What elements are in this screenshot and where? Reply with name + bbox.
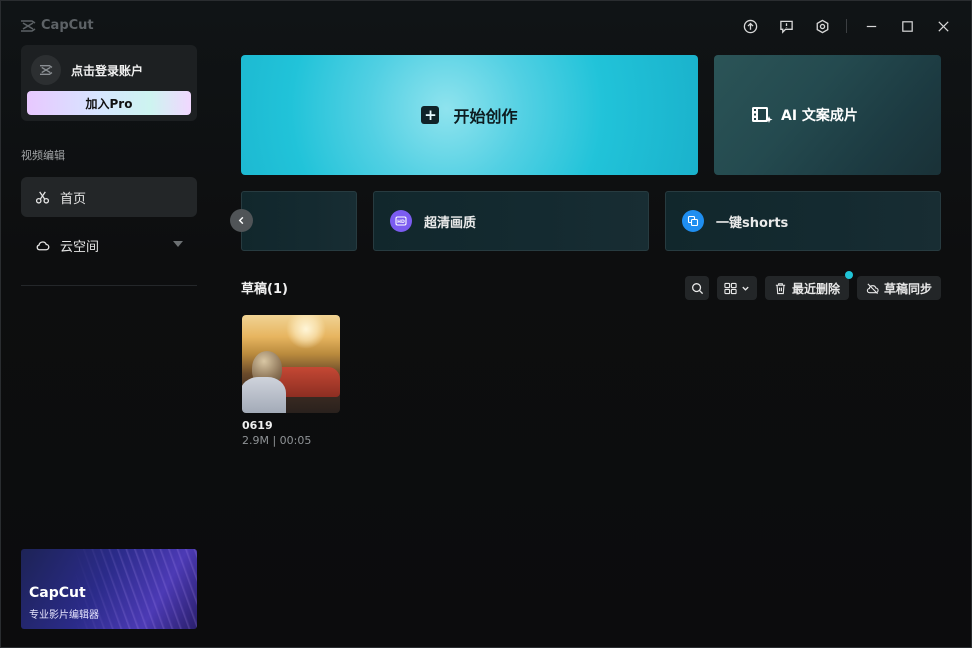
sidebar-item-cloud[interactable]: 云空间 — [21, 225, 197, 265]
app-window: CapCut 点击登录账户 加入Pro 视频编辑 首页 云空间 CapCut 专… — [0, 0, 972, 648]
app-logo: CapCut — [20, 18, 94, 33]
upload-icon[interactable] — [732, 11, 768, 41]
view-mode-dropdown[interactable] — [717, 276, 757, 300]
titlebar-divider — [846, 19, 847, 33]
recently-deleted-button[interactable]: 最近删除 — [765, 276, 849, 300]
settings-icon[interactable] — [804, 11, 840, 41]
drafts-title: 草稿(1) — [241, 282, 288, 297]
join-pro-button[interactable]: 加入Pro — [27, 91, 191, 115]
tool-card-hd-quality[interactable]: HD 超清画质 — [373, 191, 649, 251]
recently-deleted-label: 最近删除 — [791, 281, 840, 296]
section-label-video-edit: 视频编辑 — [21, 149, 65, 162]
minimize-icon[interactable] — [853, 11, 889, 41]
draft-sync-button[interactable]: 草稿同步 — [857, 276, 941, 300]
promo-subtitle: 专业影片编辑器 — [29, 610, 99, 621]
start-creating-label: 开始创作 — [453, 107, 518, 126]
capcut-logo-icon — [21, 19, 36, 32]
scissors-icon — [35, 191, 50, 204]
promo-banner[interactable]: CapCut 专业影片编辑器 — [21, 549, 197, 629]
app-name: CapCut — [41, 18, 94, 33]
feedback-icon[interactable] — [768, 11, 804, 41]
chevron-left-icon — [238, 216, 244, 225]
draft-thumbnail[interactable] — [242, 315, 340, 413]
tool-card-partial[interactable] — [241, 191, 357, 251]
shorts-icon — [682, 210, 704, 232]
login-link[interactable]: 点击登录账户 — [71, 62, 143, 79]
cloud-sync-icon — [866, 282, 879, 294]
capcut-avatar-icon — [39, 65, 53, 75]
sidebar-item-home[interactable]: 首页 — [21, 177, 197, 217]
chevron-down-icon[interactable] — [173, 241, 183, 247]
plus-icon: + — [421, 106, 440, 124]
draft-sync-label: 草稿同步 — [883, 281, 932, 296]
sidebar-item-label: 首页 — [60, 191, 87, 207]
avatar[interactable] — [31, 55, 61, 85]
hd-icon: HD — [390, 210, 412, 232]
maximize-icon[interactable] — [889, 11, 925, 41]
account-card[interactable]: 点击登录账户 加入Pro — [21, 45, 197, 121]
promo-title: CapCut — [29, 585, 86, 601]
thumbnail-person-body — [242, 377, 286, 413]
draft-name[interactable]: 0619 — [242, 419, 273, 432]
search-icon — [691, 282, 703, 294]
draft-meta: 2.9M | 00:05 — [242, 434, 312, 447]
titlebar-controls — [732, 11, 971, 41]
cloud-icon — [36, 240, 50, 250]
ai-script-to-video-button[interactable]: AI 文案成片 — [714, 55, 941, 175]
chevron-down-icon — [742, 286, 749, 291]
grid-view-icon — [724, 282, 737, 294]
close-icon[interactable] — [925, 11, 961, 41]
tool-label: 超清画质 — [424, 215, 477, 231]
scroll-left-button[interactable] — [230, 209, 253, 232]
notification-dot — [845, 271, 853, 279]
thumbnail-sun — [286, 315, 326, 349]
svg-text:HD: HD — [397, 219, 405, 225]
sidebar-divider — [21, 285, 197, 286]
tool-card-one-click-shorts[interactable]: 一键shorts — [665, 191, 941, 251]
start-creating-button[interactable]: + 开始创作 — [241, 55, 698, 175]
film-ai-icon — [752, 107, 773, 123]
sidebar-item-label: 云空间 — [60, 239, 100, 255]
ai-script-label: AI 文案成片 — [781, 108, 858, 124]
trash-icon — [775, 282, 786, 294]
search-button[interactable] — [685, 276, 709, 300]
tool-label: 一键shorts — [716, 215, 789, 231]
